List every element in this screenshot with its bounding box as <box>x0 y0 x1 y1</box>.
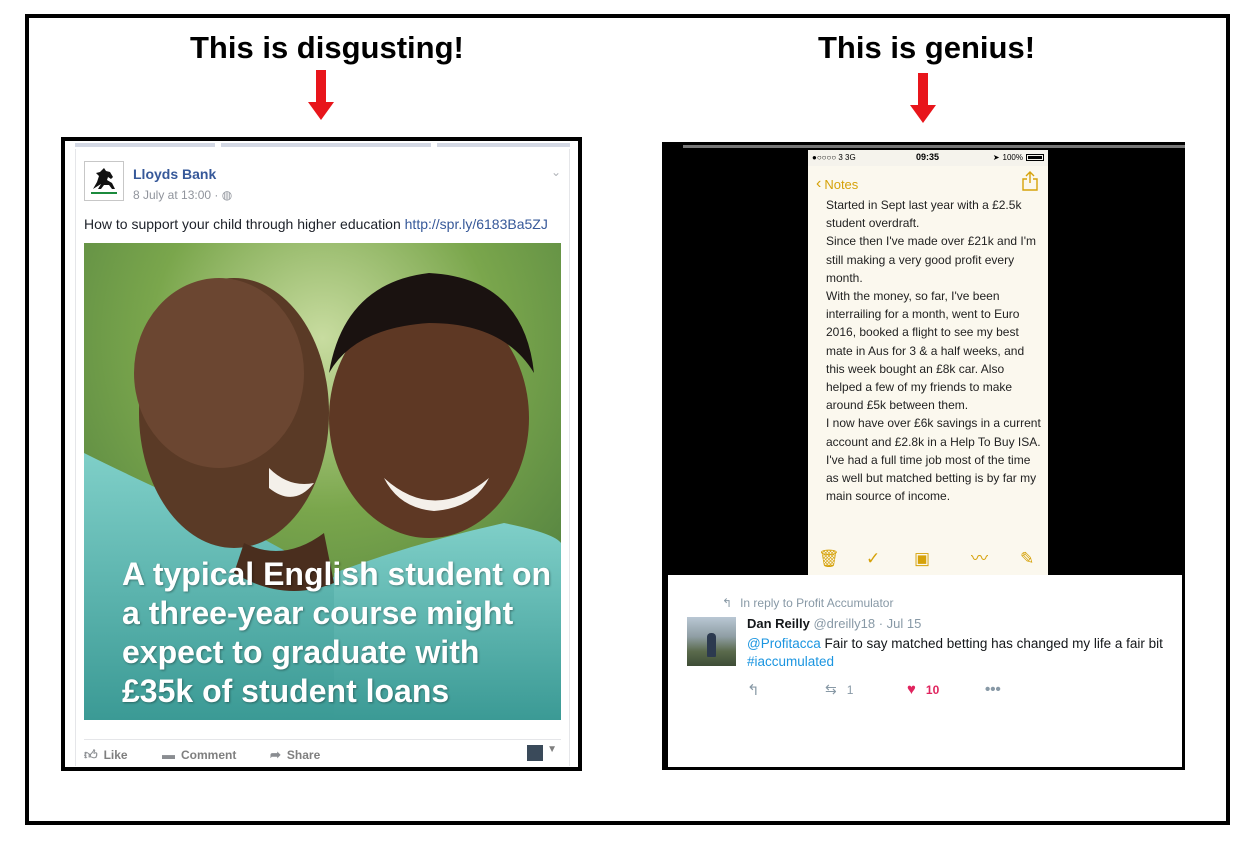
reply-icon: ↰ <box>747 682 760 699</box>
tweet-body: Fair to say matched betting has changed … <box>824 636 1163 651</box>
retweet-count: 1 <box>846 682 854 697</box>
notes-back-label: Notes <box>824 176 859 192</box>
retweet-icon: ⇆ <box>825 681 837 697</box>
post-timestamp[interactable]: 8 July at 13:00 <box>133 188 211 202</box>
compose-icon[interactable]: ✎ <box>1020 549 1034 569</box>
like-label: Like <box>103 748 128 762</box>
image-caption: A typical English student on a three-yea… <box>122 556 552 709</box>
reply-to-label: In reply to Profit Accumulator <box>740 596 894 610</box>
post-image[interactable]: A typical English student on a three-yea… <box>84 243 561 720</box>
note-paragraph: I now have over £6k savings in a current… <box>826 416 1041 504</box>
chevron-down-icon[interactable]: ⌄ <box>551 165 561 179</box>
page-name[interactable]: Lloyds Bank <box>133 166 216 182</box>
share-label: Share <box>286 748 321 762</box>
notes-toolbar: 🗑︎ ✓ ▣ 〰 ✎ <box>808 545 1048 575</box>
note-paragraph: With the money, so far, I've been interr… <box>826 289 1025 413</box>
post-message: How to support your child through higher… <box>84 216 401 232</box>
lloyds-horse-logo[interactable] <box>84 161 124 201</box>
like-count: 10 <box>925 682 940 697</box>
like-button[interactable]: ♥ 10 <box>907 681 939 698</box>
tweet: ↰ In reply to Profit Accumulator Dan Rei… <box>668 575 1182 767</box>
note-paragraph: Since then I've made over £21k and I'm s… <box>826 234 1037 285</box>
phone-notes-screenshot: ●○○○○ 3 3G 09:35 ➤ 100% ‹ Notes Started … <box>808 150 1048 575</box>
note-paragraph: Started in Sept last year with a £2.5k s… <box>826 198 1022 231</box>
mention-link[interactable]: @Profitacca <box>747 636 821 651</box>
post-action-bar: 👍︎ Like ▬ Comment ➦ Share ▼ <box>84 739 561 767</box>
reply-arrow-icon: ↰ <box>722 596 733 610</box>
thumbs-up-icon: 👍︎ <box>84 747 98 762</box>
author-name: Dan Reilly <box>747 616 810 631</box>
hashtag-link[interactable]: #iaccumulated <box>747 654 834 669</box>
chevron-left-icon: ‹ <box>816 175 822 192</box>
battery-percent: 100% <box>1002 153 1023 162</box>
avatar[interactable] <box>687 617 736 666</box>
more-icon: ••• <box>985 681 1001 698</box>
avatar[interactable] <box>527 745 543 761</box>
battery-status: ➤ 100% <box>993 153 1044 162</box>
battery-icon <box>1026 154 1044 161</box>
share-arrow-icon: ➦ <box>270 747 281 762</box>
status-bar: ●○○○○ 3 3G 09:35 ➤ 100% <box>808 150 1048 166</box>
location-icon: ➤ <box>992 153 1000 162</box>
note-body: Started in Sept last year with a £2.5k s… <box>826 196 1041 505</box>
tweet-text: @Profitacca Fair to say matched betting … <box>747 635 1167 671</box>
globe-icon: ◍ <box>221 188 233 202</box>
sketch-icon[interactable]: 〰 <box>971 549 988 569</box>
retweet-button[interactable]: ⇆ 1 <box>825 681 853 698</box>
checkmark-icon[interactable]: ✓ <box>866 549 880 569</box>
signal-carrier: ●○○○○ 3 3G <box>812 153 856 162</box>
twitter-panel: ●○○○○ 3 3G 09:35 ➤ 100% ‹ Notes Started … <box>662 142 1185 770</box>
post-meta: 8 July at 13:00 · ◍ <box>133 188 233 202</box>
notes-back-button[interactable]: ‹ Notes <box>816 175 858 193</box>
comment-icon: ▬ <box>162 747 175 762</box>
tweet-author[interactable]: Dan Reilly @dreilly18 · Jul 15 <box>747 616 921 631</box>
trash-icon[interactable]: 🗑︎ <box>818 549 840 569</box>
tweet-actions: ↰ ⇆ 1 ♥ 10 ••• <box>747 681 1047 701</box>
reply-button[interactable]: ↰ <box>747 681 760 699</box>
share-icon[interactable] <box>1022 171 1038 191</box>
right-heading: This is genius! <box>818 30 1036 65</box>
camera-icon[interactable]: ▣ <box>914 549 930 569</box>
left-heading: This is disgusting! <box>190 30 464 65</box>
share-button[interactable]: ➦ Share <box>270 747 320 763</box>
comment-button[interactable]: ▬ Comment <box>162 747 236 762</box>
author-handle: @dreilly18 <box>813 616 876 631</box>
post-text: How to support your child through higher… <box>84 216 548 232</box>
more-button[interactable]: ••• <box>985 681 1001 698</box>
like-button[interactable]: 👍︎ Like <box>84 747 128 763</box>
tweet-date: · Jul 15 <box>878 616 922 631</box>
comment-label: Comment <box>181 747 237 762</box>
reply-context[interactable]: ↰ In reply to Profit Accumulator <box>722 596 893 610</box>
facebook-post-card: Lloyds Bank 8 July at 13:00 · ◍ ⌄ How to… <box>75 149 570 766</box>
status-time: 09:35 <box>916 152 940 162</box>
post-link[interactable]: http://spr.ly/6183Ba5ZJ <box>405 216 548 232</box>
caret-down-icon[interactable]: ▼ <box>547 744 557 755</box>
facebook-post-panel: Lloyds Bank 8 July at 13:00 · ◍ ⌄ How to… <box>61 137 582 771</box>
heart-icon: ♥ <box>907 681 916 698</box>
